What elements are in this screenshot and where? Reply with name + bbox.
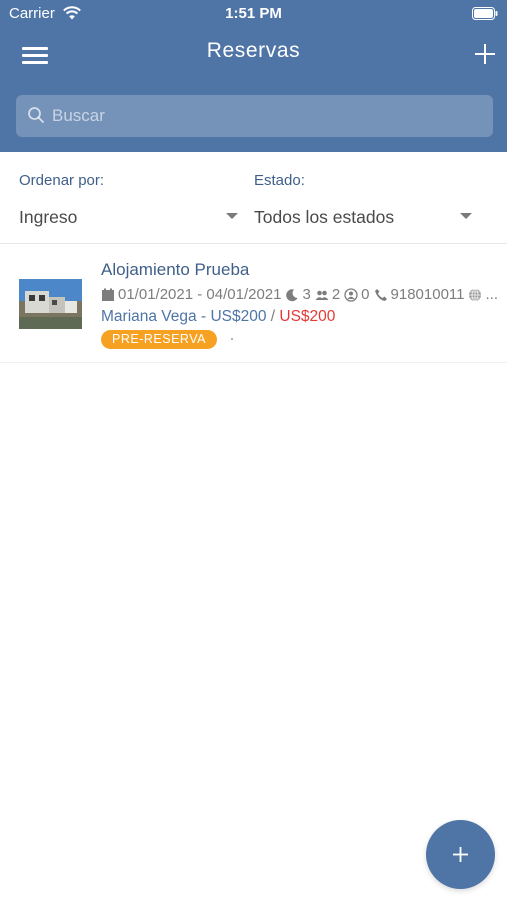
filters-bar: Ordenar por: Ingreso Estado: Todos los e…: [0, 152, 507, 244]
calendar-icon: [102, 288, 114, 301]
meta-ellipsis: ...: [485, 286, 498, 303]
child-icon: [344, 287, 358, 302]
sort-label: Ordenar por:: [19, 172, 105, 189]
search-icon: [28, 107, 44, 123]
status-time: 1:51 PM: [225, 5, 282, 22]
caret-down-icon: [460, 213, 472, 219]
guest-line: Mariana Vega - US$200 / US$200: [101, 308, 335, 326]
reservation-dates: 01/01/2021 - 04/01/2021: [118, 286, 282, 303]
phone-icon: [374, 288, 387, 301]
amount-separator: /: [266, 308, 280, 325]
globe-icon: [469, 288, 482, 301]
search-bar[interactable]: [16, 95, 493, 137]
status-select[interactable]: Estado: Todos los estados: [254, 152, 476, 244]
add-reservation-button[interactable]: [466, 36, 504, 72]
phone-number: 918010011: [390, 286, 465, 303]
reservation-row[interactable]: Alojamiento Prueba 01/01/2021 - 04/01/20…: [0, 245, 507, 363]
adults-count: 2: [331, 286, 341, 303]
amount-total: US$200: [279, 308, 336, 325]
battery-icon: [472, 7, 498, 20]
status-bar: Carrier 1:51 PM: [0, 0, 507, 30]
navbar: Reservas: [0, 32, 507, 76]
status-badge: PRE-RESERVA: [101, 330, 217, 349]
floating-add-button[interactable]: [426, 820, 495, 889]
caret-down-icon: [226, 213, 238, 219]
nights-count: 3: [302, 286, 311, 303]
sort-value: Ingreso: [19, 207, 78, 227]
reservation-meta: 01/01/2021 - 04/01/2021 3 2 0 918010011 …: [101, 286, 498, 303]
moon-icon: [286, 288, 298, 301]
sort-select[interactable]: Ordenar por: Ingreso: [19, 152, 241, 244]
status-value: Todos los estados: [254, 207, 395, 227]
status-label: Estado:: [254, 172, 305, 189]
property-thumbnail: [19, 279, 82, 329]
search-input[interactable]: [52, 95, 482, 137]
property-name: Alojamiento Prueba: [101, 260, 250, 279]
adults-icon: [315, 290, 329, 300]
guest-name: Mariana Vega: [101, 308, 197, 325]
plus-icon: [453, 847, 468, 862]
children-count: 0: [361, 286, 370, 303]
separator-dot: [231, 338, 233, 340]
app-header: Carrier 1:51 PM Reservas: [0, 0, 507, 152]
plus-icon: [475, 44, 495, 64]
amount-paid: US$200: [210, 308, 267, 325]
page-title: Reservas: [206, 39, 301, 62]
guest-separator: -: [196, 308, 211, 325]
